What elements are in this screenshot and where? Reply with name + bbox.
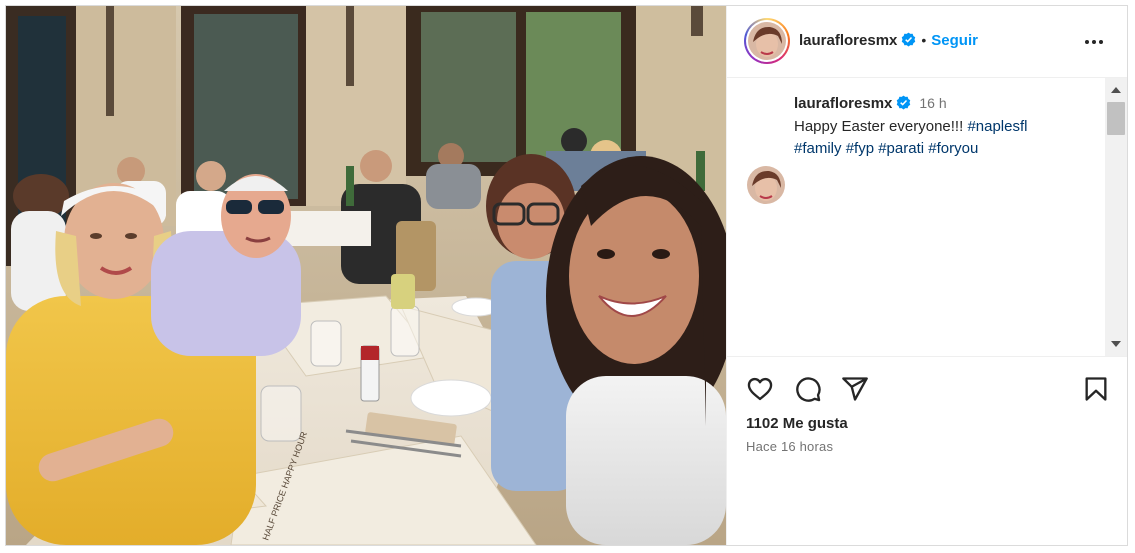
hashtag-link[interactable]: #parati [878,140,924,157]
caption-text: Happy Easter everyone!!! #naplesfl #famil… [794,116,1084,160]
caption-username[interactable]: laurafloresmx [794,95,892,112]
hashtag-link[interactable]: #foryou [928,140,978,157]
share-icon[interactable] [841,375,869,403]
post-header: laurafloresmx • Seguir [727,6,1127,78]
post-timestamp[interactable]: Hace 16 horas [746,439,833,454]
verified-badge-icon [902,32,916,47]
hashtag-link[interactable]: #naplesfl [967,118,1027,135]
avatar [748,22,786,60]
verified-badge-icon [897,95,911,110]
likes-count[interactable]: 1102 Me gusta [746,415,848,432]
scroll-down-arrow-icon[interactable] [1111,341,1121,347]
comments-scrollbar[interactable] [1105,78,1127,356]
comments-area: laurafloresmx 16 h Happy Easter everyone!… [727,78,1105,356]
caption-avatar[interactable] [747,166,785,204]
caption-username-row: laurafloresmx 16 h [794,95,947,113]
hashtag-link[interactable]: #fyp [846,140,874,157]
caption-body: Happy Easter everyone!!! [794,118,968,135]
header-username[interactable]: laurafloresmx [799,32,897,49]
scroll-up-arrow-icon[interactable] [1111,87,1121,93]
hashtag-link[interactable]: #family [794,140,842,157]
post-photo[interactable]: HALF PRICE HAPPY HOUR [6,6,726,545]
story-ring-avatar[interactable] [744,18,790,64]
post-sidebar: laurafloresmx • Seguir laurafloresmx 16 h H… [726,6,1127,545]
caption-time[interactable]: 16 h [919,95,946,111]
heart-icon[interactable] [746,375,774,403]
follow-button[interactable]: Seguir [931,32,978,49]
more-options-icon[interactable] [1082,30,1106,54]
post-window: HALF PRICE HAPPY HOUR laurafloresmx • Segu… [5,5,1128,546]
scroll-thumb[interactable] [1107,102,1125,135]
comment-icon[interactable] [794,375,822,403]
separator-dot: • [921,32,927,48]
actions-section: 1102 Me gusta Hace 16 horas [727,356,1127,545]
selfie-restaurant-image: HALF PRICE HAPPY HOUR [6,6,726,545]
header-username-row: laurafloresmx • Seguir [799,32,978,50]
bookmark-icon[interactable] [1082,375,1110,403]
